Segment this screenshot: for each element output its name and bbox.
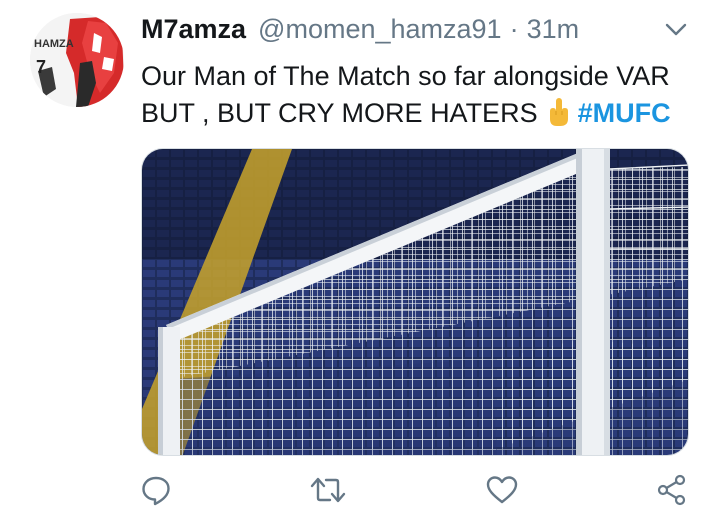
heart-icon[interactable] (484, 470, 520, 510)
user-handle[interactable]: @momen_hamza91 (258, 14, 502, 45)
retweet-icon[interactable] (310, 470, 346, 510)
display-name[interactable]: M7amza (141, 14, 246, 45)
tweet-actions (0, 470, 720, 518)
tweet-header: M7amza @momen_hamza91 · 31m (141, 14, 579, 50)
tweet-text-line-1: Our Man of The Match so far alongside VA… (141, 61, 670, 91)
svg-text:7: 7 (36, 57, 46, 77)
chevron-down-icon[interactable] (664, 20, 688, 40)
separator-dot: · (509, 14, 519, 44)
avatar-lettering: HAMZA (34, 38, 74, 50)
hashtag-link[interactable]: #MUFC (578, 98, 671, 128)
tweet-media-image[interactable] (141, 148, 689, 456)
middle-finger-emoji-icon (546, 97, 572, 127)
timestamp[interactable]: 31m (527, 14, 580, 45)
share-icon[interactable] (654, 470, 690, 510)
tweet-text-line-2-body: BUT , BUT CRY MORE HATERS (141, 98, 538, 128)
reply-icon[interactable] (138, 470, 174, 510)
avatar[interactable]: HAMZA 7 (30, 13, 124, 107)
tweet-text: Our Man of The Match so far alongside VA… (141, 58, 701, 132)
tweet-card[interactable]: HAMZA 7 M7amza @momen_hamza91 · 31m Our … (0, 0, 720, 530)
tweet-text-line-2: BUT , BUT CRY MORE HATERS #MUFC (141, 95, 701, 132)
